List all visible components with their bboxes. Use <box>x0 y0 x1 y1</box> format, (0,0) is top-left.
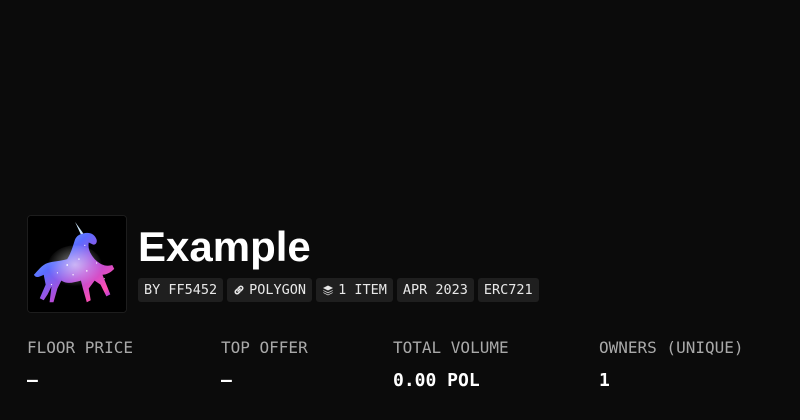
collection-tags: BY FF5452 POLYGON 1 ITEM APR 2023 ERC721 <box>138 278 539 302</box>
chain-tag[interactable]: POLYGON <box>227 278 313 302</box>
creator-tag[interactable]: BY FF5452 <box>138 278 224 302</box>
standard-label: ERC721 <box>483 282 533 298</box>
layers-icon <box>323 285 334 296</box>
date-label: APR 2023 <box>402 282 468 298</box>
date-tag: APR 2023 <box>396 278 474 302</box>
chain-label: POLYGON <box>249 282 307 298</box>
collection-avatar[interactable] <box>27 215 127 313</box>
unicorn-galaxy-image <box>28 216 126 312</box>
floor-price-value: — <box>27 370 38 391</box>
total-volume-label: TOTAL VOLUME <box>393 338 509 357</box>
total-volume-value: 0.00 POL <box>393 370 480 391</box>
top-offer-value: — <box>221 370 232 391</box>
collection-header-card: Example BY FF5452 POLYGON 1 ITEM APR 202… <box>0 0 800 420</box>
creator-label: BY FF5452 <box>144 282 218 298</box>
standard-tag: ERC721 <box>477 278 539 302</box>
collection-title: Example <box>138 223 311 270</box>
owners-value: 1 <box>599 370 610 391</box>
items-tag[interactable]: 1 ITEM <box>316 278 393 302</box>
top-offer-label: TOP OFFER <box>221 338 308 357</box>
floor-price-label: FLOOR PRICE <box>27 338 133 357</box>
items-label: 1 ITEM <box>338 282 387 298</box>
stat-floor-price: FLOOR PRICE — <box>27 338 133 392</box>
owners-label: OWNERS (UNIQUE) <box>599 338 744 357</box>
link-icon <box>234 285 244 295</box>
stat-total-volume: TOTAL VOLUME 0.00 POL <box>393 338 509 392</box>
collection-stats: FLOOR PRICE — TOP OFFER — TOTAL VOLUME 0… <box>27 338 800 398</box>
stat-owners: OWNERS (UNIQUE) 1 <box>599 338 744 392</box>
stat-top-offer: TOP OFFER — <box>221 338 308 392</box>
